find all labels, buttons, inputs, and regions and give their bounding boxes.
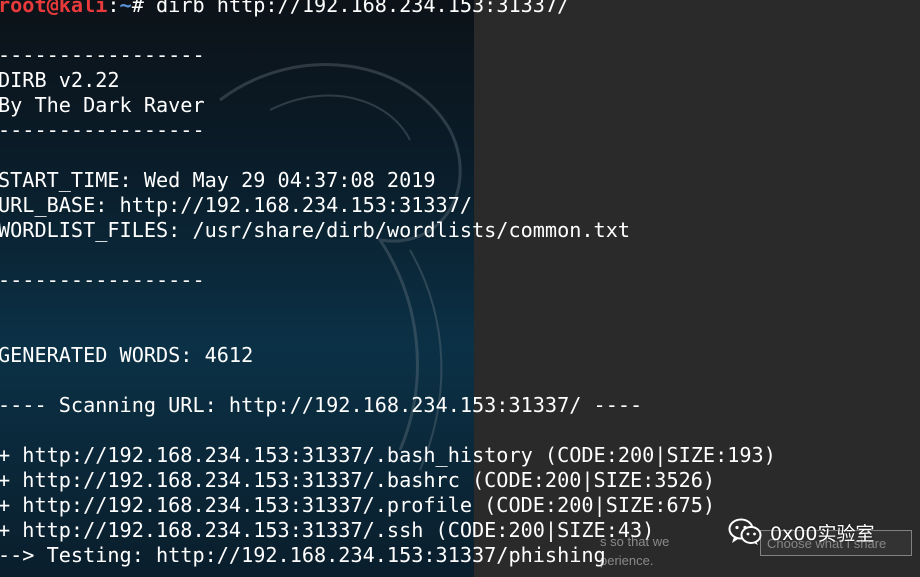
cookie-line-2: perience. [600, 553, 654, 568]
cookie-line-1: s so that we [600, 534, 670, 549]
generated-words: GENERATED WORDS: 4612 [0, 343, 254, 367]
wordlist-files: WORDLIST_FILES: /usr/share/dirb/wordlist… [0, 218, 631, 242]
scanning-url: ---- Scanning URL: http://192.168.234.15… [0, 393, 643, 417]
prompt-symbol: # [131, 0, 157, 17]
terminal-window[interactable]: root@kali:~# dirb http://192.168.234.153… [0, 0, 920, 577]
url-base: URL_BASE: http://192.168.234.153:31337/ [0, 193, 473, 217]
prompt-user-host: root@kali [0, 0, 108, 17]
dirb-author: By The Dark Raver [0, 93, 205, 117]
prompt-separator: : [107, 0, 120, 17]
start-time: START_TIME: Wed May 29 04:37:08 2019 [0, 168, 436, 192]
watermark-text: 0x00实验室 [770, 522, 875, 545]
prompt-path: ~ [119, 0, 132, 17]
separator-line: ----------------- [0, 118, 205, 142]
dirb-version: DIRB v2.22 [0, 68, 120, 92]
cookie-notice-text: s so that we perience. [600, 532, 669, 570]
command-line: root@kali:~# dirb http://192.168.234.153… [0, 0, 776, 18]
result-line: + http://192.168.234.153:31337/.bashrc (… [0, 468, 716, 492]
result-line: + http://192.168.234.153:31337/.profile … [0, 493, 716, 517]
command-text: dirb http://192.168.234.153:31337/ [156, 0, 570, 17]
separator-line: ----------------- [0, 268, 205, 292]
separator-line: ----------------- [0, 43, 205, 67]
result-line: + http://192.168.234.153:31337/.bash_his… [0, 443, 776, 467]
wechat-icon [728, 518, 762, 545]
wechat-watermark: 0x00实验室 [728, 518, 875, 546]
terminal-output: root@kali:~# dirb http://192.168.234.153… [0, 0, 776, 568]
